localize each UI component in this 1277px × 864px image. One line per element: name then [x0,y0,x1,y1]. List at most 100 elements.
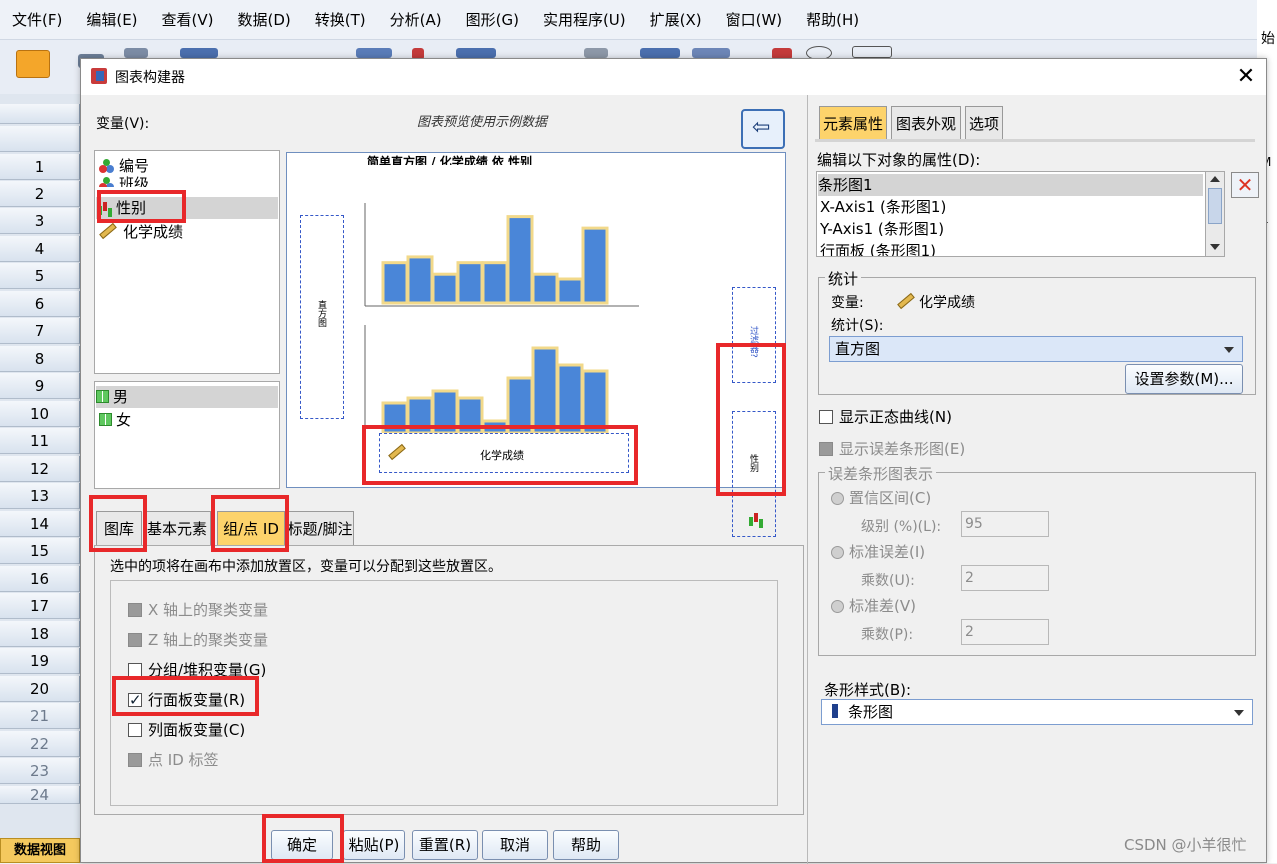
row-header[interactable]: 4 [0,236,80,262]
object-item[interactable]: X-Axis1 (条形图1) [820,196,946,218]
variable-item[interactable]: 班级 [99,173,149,187]
weight-cases-icon[interactable] [692,48,730,58]
scroll-down-icon[interactable] [1210,244,1220,250]
row-header[interactable]: 13 [0,483,80,509]
chevron-down-icon [1234,710,1244,716]
row-header[interactable]: 19 [0,648,80,674]
category-list[interactable]: 男 女 [94,381,280,489]
tab-element-properties[interactable]: 元素属性 [819,106,887,140]
reset-button[interactable]: 重置(R) [412,830,478,860]
preview-bar [406,255,434,305]
row-header[interactable]: 15 [0,538,80,564]
row-header[interactable]: 5 [0,263,80,289]
bar-style-select[interactable]: 条形图 [821,699,1253,725]
preview-bar [581,226,609,305]
tab-titles-footnotes[interactable]: 标题/脚注 [286,511,354,545]
object-list-scrollbar[interactable] [1205,171,1225,257]
row-header[interactable]: 12 [0,456,80,482]
level-input: 95 [961,511,1049,537]
object-item[interactable]: 条形图1 [818,174,1203,196]
menu-analyze[interactable]: 分析(A) [378,9,454,30]
checkbox[interactable] [819,410,833,424]
checkbox [128,753,142,767]
category-icon [99,413,112,426]
row-header[interactable]: 8 [0,346,80,372]
row-header[interactable]: 23 [0,758,80,784]
menu-window[interactable]: 窗口(W) [714,9,795,30]
variables-label: 变量(V): [96,116,150,132]
row-header[interactable]: 9 [0,373,80,399]
preview-bar [381,261,409,305]
dialog-recall-icon[interactable] [180,48,218,58]
tab-chart-appearance[interactable]: 图表外观 [891,106,961,140]
tab-basic-elements[interactable]: 基本元素 [143,511,211,545]
se-radio: 标准误差(I) [831,541,925,563]
goto-case-icon[interactable] [356,48,392,58]
print-icon[interactable] [124,48,148,58]
menu-help[interactable]: 帮助(H) [794,9,871,30]
menu-data[interactable]: 数据(D) [226,9,303,30]
menu-utilities[interactable]: 实用程序(U) [531,9,638,30]
row-header[interactable]: 1 [0,154,80,180]
variable-item[interactable]: 化学成绩 [99,221,183,243]
scroll-thumb[interactable] [1208,188,1222,224]
category-item[interactable]: 男 [96,386,278,408]
chart-builder-dialog: 图表构建器 ✕ 变量(V): 图表预览使用示例数据 编号 班级 性别 化学成绩 … [80,58,1267,864]
tab-options[interactable]: 选项 [965,106,1003,140]
delete-icon[interactable]: ✕ [1231,172,1259,198]
row-header[interactable]: 7 [0,318,80,344]
category-item[interactable]: 女 [99,409,131,431]
ruler-icon [99,222,117,240]
row-header[interactable]: 20 [0,676,80,702]
row-header[interactable]: 16 [0,566,80,592]
object-list[interactable]: 条形图1 X-Axis1 (条形图1) Y-Axis1 (条形图1) 行面板 (… [816,171,1211,257]
scroll-up-icon[interactable] [1210,176,1220,182]
ruler-icon [897,292,915,310]
radio-icon [831,492,844,505]
row-header[interactable]: 21 [0,703,80,729]
restore-button[interactable] [741,109,785,149]
panel-1-bars [381,215,609,305]
data-view-tab[interactable]: 数据视图 [0,838,80,863]
row-header[interactable]: 2 [0,181,80,207]
option-column-panel[interactable]: 列面板变量(C) [128,719,245,741]
panel-splitter[interactable] [807,95,808,864]
checkbox[interactable] [128,723,142,737]
menu-transform[interactable]: 转换(T) [303,9,378,30]
statistic-select[interactable]: 直方图 [829,336,1243,362]
cancel-button[interactable]: 取消 [482,830,548,860]
row-header[interactable]: 14 [0,511,80,537]
preview-bar [581,369,609,433]
close-icon[interactable]: ✕ [1231,62,1261,92]
menu-view[interactable]: 查看(V) [150,9,226,30]
split-file-icon[interactable] [640,48,680,58]
set-parameters-button[interactable]: 设置参数(M)... [1125,364,1243,394]
row-header[interactable]: 24 [0,786,80,804]
checkbox[interactable] [128,663,142,677]
row-header[interactable]: 22 [0,731,80,757]
row-header[interactable]: 10 [0,401,80,427]
insert-cases-icon[interactable] [584,48,608,58]
find-icon[interactable] [456,48,496,58]
highlight-box [362,425,638,485]
variable-list[interactable]: 编号 班级 性别 化学成绩 [94,150,280,374]
y-axis-drop-zone[interactable]: 直方图 [300,215,344,419]
open-folder-icon[interactable] [16,50,50,78]
normal-curve-option[interactable]: 显示正态曲线(N) [819,406,952,428]
menu-edit[interactable]: 编辑(E) [74,9,149,30]
object-item[interactable]: Y-Axis1 (条形图1) [820,218,944,240]
bar-style-label: 条形样式(B): [824,681,912,699]
menu-file[interactable]: 文件(F) [0,9,74,30]
menu-extensions[interactable]: 扩展(X) [638,9,714,30]
row-header[interactable]: 11 [0,428,80,454]
menu-graphs[interactable]: 图形(G) [454,9,531,30]
row-header[interactable]: 18 [0,621,80,647]
row-header[interactable]: 17 [0,593,80,619]
show-all-icon[interactable] [852,46,892,58]
row-header[interactable]: 3 [0,208,80,234]
paste-button[interactable]: 粘贴(P) [343,830,405,860]
row-header[interactable]: 6 [0,291,80,317]
stat-variable-label: 变量: [831,295,864,311]
help-button[interactable]: 帮助 [553,830,619,860]
object-item[interactable]: 行面板 (条形图1) [820,240,936,256]
